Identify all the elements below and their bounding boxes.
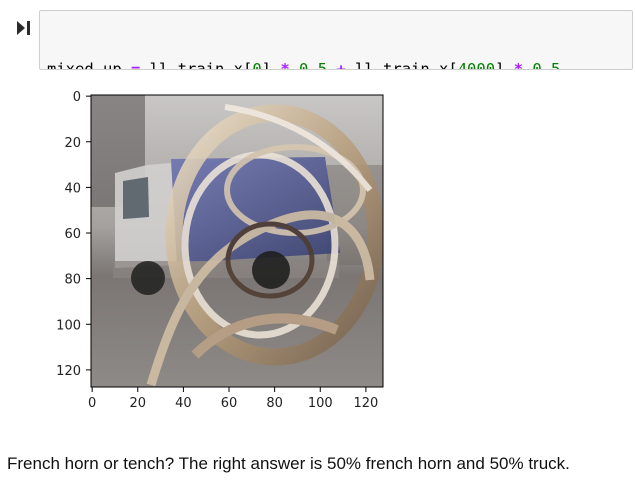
code-editor[interactable]: mixed_up = ll.train.x[0] * 0.5 + ll.trai… <box>39 10 633 70</box>
truck-window <box>123 177 149 219</box>
notebook-cell: mixed_up = ll.train.x[0] * 0.5 + ll.trai… <box>0 0 635 473</box>
x-tick-label: 0 <box>88 396 96 411</box>
code-number-token: 0 <box>252 60 262 70</box>
code-line: mixed_up = ll.train.x[0] * 0.5 + ll.trai… <box>47 59 625 70</box>
truck-wheel <box>252 251 290 289</box>
y-tick-label: 120 <box>56 364 81 379</box>
mixed-image <box>91 95 383 387</box>
y-tick-label: 80 <box>64 273 81 288</box>
code-text-token: ] <box>495 60 514 70</box>
code-text-token: ll.train.x[ <box>345 60 458 70</box>
y-tick-label: 20 <box>64 136 81 151</box>
code-operator-token: = <box>131 60 141 70</box>
x-tick-label: 120 <box>353 396 378 411</box>
y-tick-label: 100 <box>56 318 81 333</box>
x-tick-label: 100 <box>308 396 333 411</box>
code-text-token: ] <box>261 60 281 70</box>
imshow-output: 0 20 40 60 80 100 120 0 20 40 60 80 100 120 <box>45 85 405 415</box>
play-icon[interactable] <box>16 20 32 36</box>
y-tick-label: 0 <box>73 90 81 105</box>
code-operator-token: + <box>336 60 346 70</box>
imshow-chart: 0 20 40 60 80 100 120 0 20 40 60 80 100 120 <box>56 90 384 411</box>
code-number-token: 0.5 <box>299 60 328 70</box>
truck-wheel <box>131 261 165 295</box>
code-number-token: 0.5 <box>532 60 561 70</box>
x-tick-label: 80 <box>266 396 283 411</box>
code-text-token: mixed_up <box>47 60 131 70</box>
x-tick-label: 40 <box>175 396 192 411</box>
code-number-token: 4000 <box>457 60 496 70</box>
y-tick-label: 40 <box>64 181 81 196</box>
x-tick-label: 20 <box>129 396 146 411</box>
x-tick-label: 60 <box>221 396 238 411</box>
code-operator-token: * <box>280 60 290 70</box>
code-text-token: ll.train.x[ <box>140 60 253 70</box>
code-operator-token: * <box>513 60 524 70</box>
caption-text: French horn or tench? The right answer i… <box>7 454 570 473</box>
y-tick-label: 60 <box>64 227 81 242</box>
